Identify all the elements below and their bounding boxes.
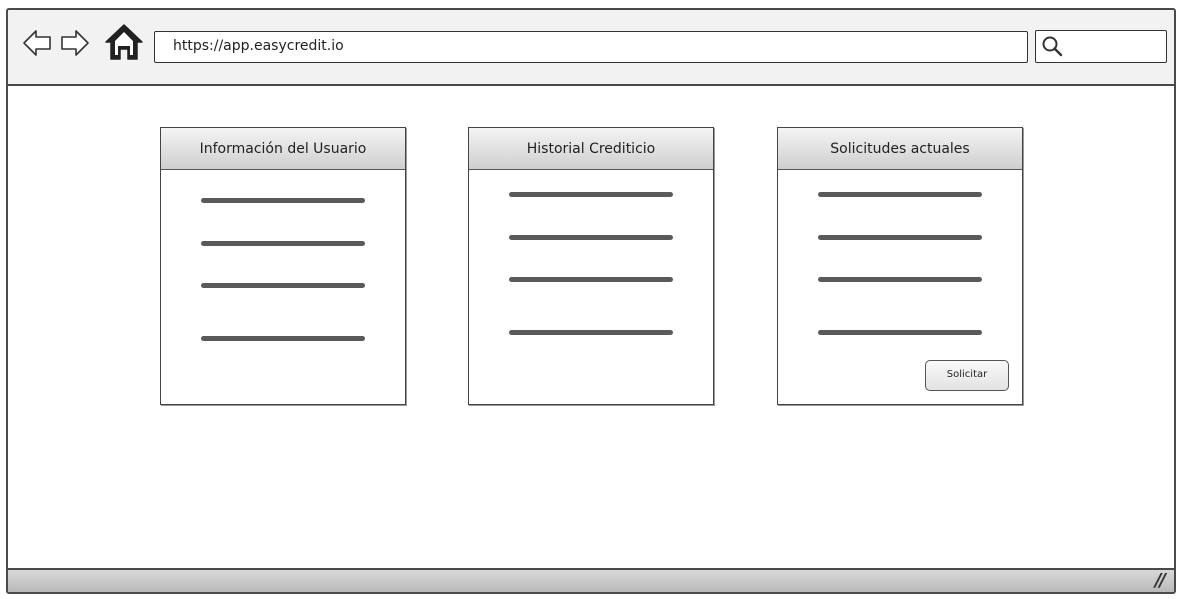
placeholder-text-line <box>509 330 673 335</box>
placeholder-text-line <box>818 192 982 197</box>
placeholder-text-line <box>201 336 365 341</box>
home-button[interactable] <box>104 22 144 62</box>
forward-button[interactable] <box>58 26 92 60</box>
panel-title: Información del Usuario <box>161 128 405 170</box>
status-bar: // <box>8 568 1174 592</box>
browser-toolbar: https://app.easycredit.io <box>8 10 1174 86</box>
placeholder-text-line <box>509 235 673 240</box>
arrow-right-icon <box>61 30 89 56</box>
placeholder-text-line <box>201 283 365 288</box>
arrow-left-icon <box>23 30 51 56</box>
placeholder-text-line <box>201 198 365 203</box>
resize-handle-icon[interactable]: // <box>1155 570 1166 591</box>
placeholder-text-line <box>509 277 673 282</box>
back-button[interactable] <box>20 26 54 60</box>
browser-window: https://app.easycredit.io Información de… <box>6 8 1176 594</box>
address-bar[interactable]: https://app.easycredit.io <box>154 31 1028 63</box>
panel-title: Solicitudes actuales <box>778 128 1022 170</box>
search-input[interactable] <box>1035 30 1167 63</box>
placeholder-text-line <box>818 277 982 282</box>
panel-credit-history: Historial Crediticio <box>468 127 714 405</box>
home-icon <box>105 24 143 60</box>
panel-title: Historial Crediticio <box>469 128 713 170</box>
panel-user-info: Información del Usuario <box>160 127 406 405</box>
solicitar-button[interactable]: Solicitar <box>925 360 1009 391</box>
placeholder-text-line <box>509 192 673 197</box>
placeholder-text-line <box>818 330 982 335</box>
search-icon <box>1042 36 1063 57</box>
panel-current-requests: Solicitudes actuales Solicitar <box>777 127 1023 405</box>
placeholder-text-line <box>818 235 982 240</box>
placeholder-text-line <box>201 241 365 246</box>
